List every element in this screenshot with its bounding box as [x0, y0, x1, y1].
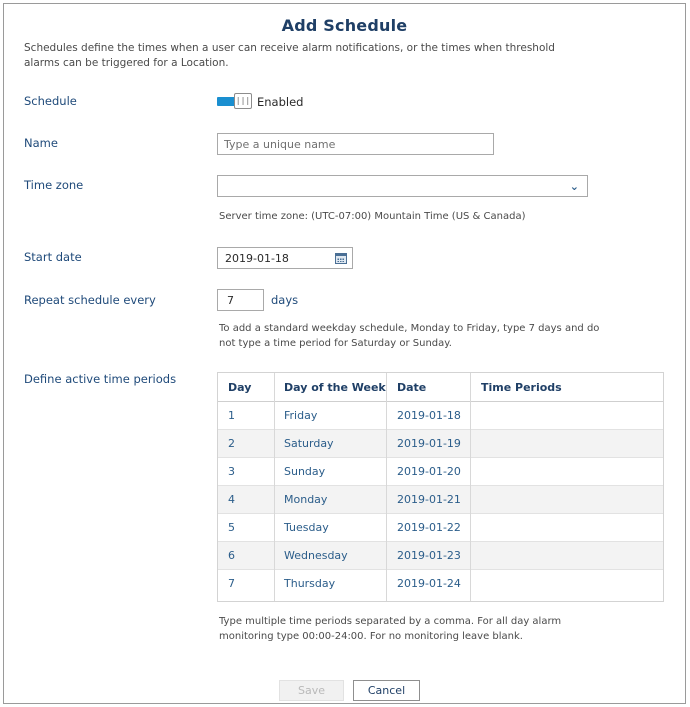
cell-weekday: Thursday — [284, 577, 336, 590]
cell-date: 2019-01-19 — [397, 437, 461, 450]
time-periods-table: Day Day of the Week Date Time Periods 1 … — [217, 372, 664, 602]
table-header: Day Day of the Week Date Time Periods — [218, 373, 663, 402]
cell-day: 1 — [228, 409, 235, 422]
cell-weekday: Friday — [284, 409, 318, 422]
header-day-of-week: Day of the Week — [284, 381, 386, 394]
table-row: 4 Monday 2019-01-21 — [218, 486, 663, 514]
periods-hint-line2: monitoring type 00:00-24:00. For no moni… — [219, 631, 523, 642]
repeat-label: Repeat schedule every — [24, 293, 156, 307]
column-divider — [274, 373, 275, 601]
cell-day: 4 — [228, 493, 235, 506]
cell-date: 2019-01-20 — [397, 465, 461, 478]
start-date-label: Start date — [24, 250, 82, 264]
cancel-button[interactable]: Cancel — [353, 680, 420, 701]
repeat-days-input[interactable]: 7 — [217, 289, 264, 311]
cell-date: 2019-01-24 — [397, 577, 461, 590]
table-row: 2 Saturday 2019-01-19 — [218, 430, 663, 458]
repeat-hint-line2: not type a time period for Saturday or S… — [219, 338, 452, 349]
cell-weekday: Wednesday — [284, 549, 348, 562]
table-row: 1 Friday 2019-01-18 — [218, 402, 663, 430]
timezone-label: Time zone — [24, 178, 84, 192]
chevron-down-icon: ⌄ — [569, 180, 579, 193]
calendar-icon[interactable] — [335, 253, 347, 264]
cell-date: 2019-01-23 — [397, 549, 461, 562]
schedule-toggle[interactable]: ||| — [217, 93, 253, 109]
table-row: 7 Thursday 2019-01-24 — [218, 570, 663, 598]
header-date: Date — [397, 381, 427, 394]
add-schedule-dialog: Add Schedule Schedules define the times … — [3, 3, 686, 704]
header-time-periods: Time Periods — [481, 381, 562, 394]
cell-date: 2019-01-21 — [397, 493, 461, 506]
server-timezone-hint: Server time zone: (UTC-07:00) Mountain T… — [219, 211, 526, 222]
header-day: Day — [228, 381, 252, 394]
cell-date: 2019-01-22 — [397, 521, 461, 534]
cell-day: 7 — [228, 577, 235, 590]
dialog-title: Add Schedule — [281, 16, 408, 35]
repeat-hint-line1: To add a standard weekday schedule, Mond… — [219, 323, 600, 334]
name-input[interactable] — [217, 133, 494, 155]
start-date-field[interactable]: 2019-01-18 — [217, 247, 353, 269]
cell-weekday: Sunday — [284, 465, 326, 478]
table-row: 5 Tuesday 2019-01-22 — [218, 514, 663, 542]
toggle-grip-icon: ||| — [234, 93, 252, 109]
cell-day: 3 — [228, 465, 235, 478]
timezone-select[interactable]: ⌄ — [217, 175, 588, 197]
cell-weekday: Tuesday — [284, 521, 329, 534]
table-row: 6 Wednesday 2019-01-23 — [218, 542, 663, 570]
table-row: 3 Sunday 2019-01-20 — [218, 458, 663, 486]
name-label: Name — [24, 136, 58, 150]
schedule-toggle-state: Enabled — [257, 95, 304, 109]
cell-day: 5 — [228, 521, 235, 534]
dialog-description: Schedules define the times when a user c… — [24, 42, 555, 69]
periods-hint-line1: Type multiple time periods separated by … — [219, 616, 562, 627]
cell-weekday: Monday — [284, 493, 328, 506]
save-button[interactable]: Save — [279, 680, 344, 701]
start-date-value: 2019-01-18 — [225, 252, 289, 265]
cell-day: 2 — [228, 437, 235, 450]
repeat-unit-label: days — [271, 293, 299, 307]
periods-label: Define active time periods — [24, 372, 177, 386]
cell-weekday: Saturday — [284, 437, 334, 450]
schedule-label: Schedule — [24, 94, 77, 108]
repeat-days-value: 7 — [227, 294, 234, 307]
cell-date: 2019-01-18 — [397, 409, 461, 422]
column-divider — [386, 373, 387, 601]
cell-day: 6 — [228, 549, 235, 562]
column-divider — [470, 373, 471, 601]
